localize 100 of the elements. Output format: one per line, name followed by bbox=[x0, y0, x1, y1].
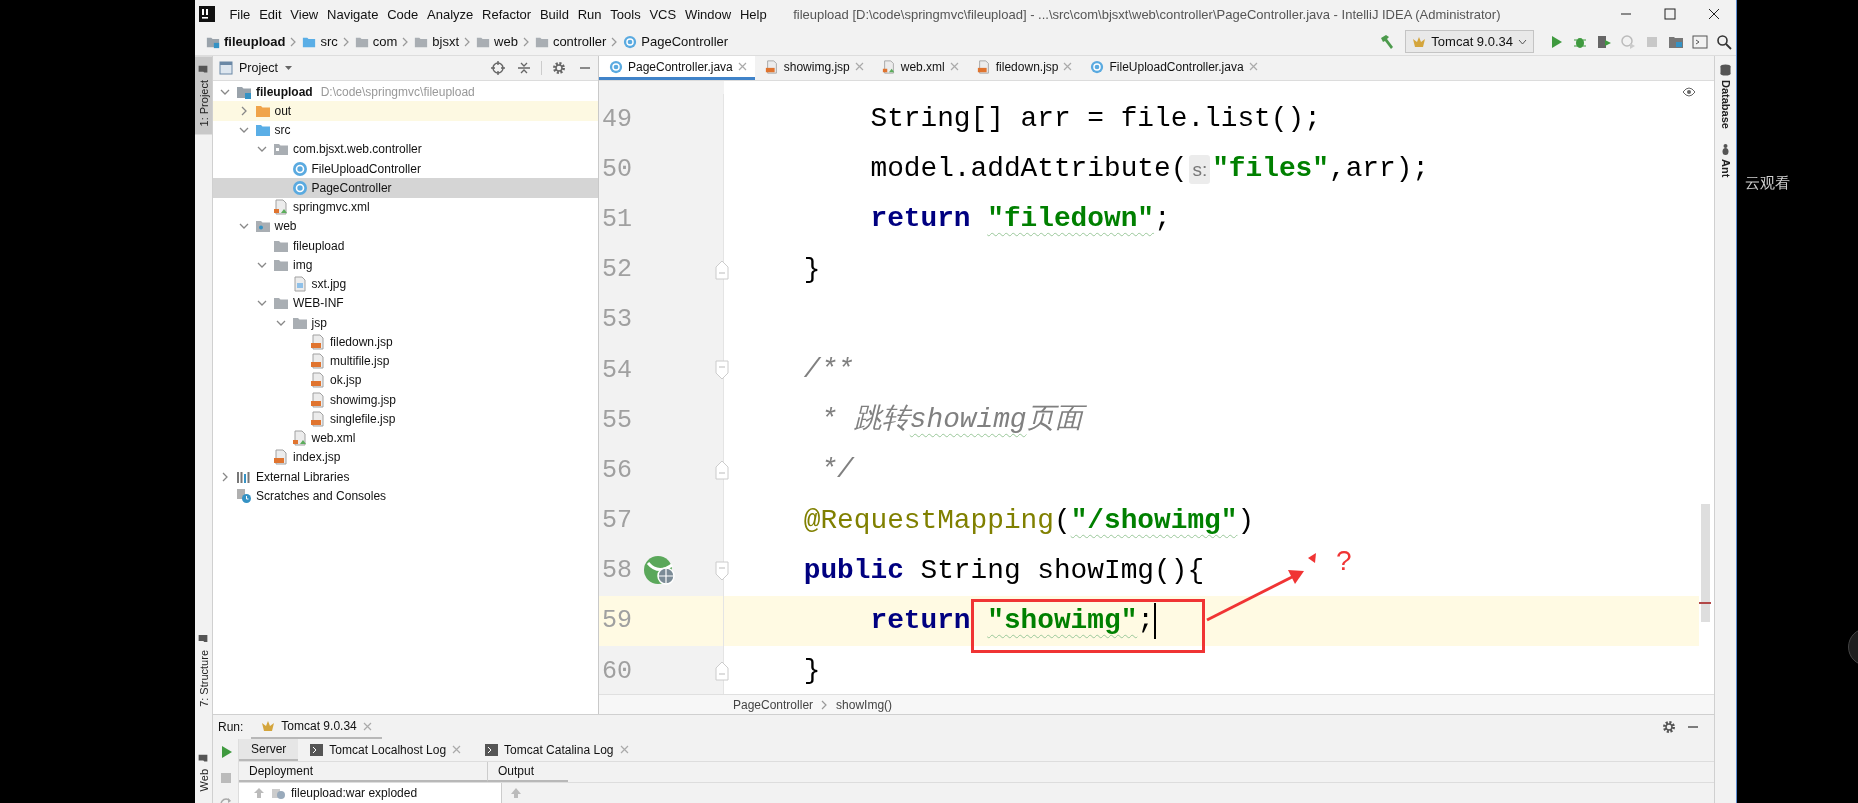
fold-icon[interactable] bbox=[715, 560, 729, 581]
menu-item[interactable]: Build bbox=[535, 3, 574, 25]
separator-icon bbox=[522, 36, 530, 47]
code-line: return "filedown"; bbox=[869, 202, 1171, 237]
menu-item[interactable]: VCS bbox=[645, 3, 681, 25]
tab[interactable]: Tomcat Catalina Log bbox=[473, 739, 641, 761]
menu-item[interactable]: Tools bbox=[605, 3, 646, 25]
globe-icon[interactable] bbox=[643, 554, 677, 587]
tool-window-tab[interactable]: 1: Project bbox=[195, 56, 212, 135]
tree-item[interactable]: com.bjsxt.web.controller bbox=[213, 139, 598, 159]
maximize-icon[interactable] bbox=[1664, 8, 1676, 20]
tree-item[interactable]: img bbox=[213, 255, 598, 275]
tree-item[interactable]: singlefile.jsp bbox=[213, 409, 598, 429]
editor-tab[interactable]: showimg.jsp bbox=[754, 56, 872, 80]
tree-item[interactable]: fileupload D:\code\springmvc\fileupload bbox=[213, 82, 598, 102]
coverage-icon[interactable] bbox=[1596, 33, 1612, 50]
separator-icon bbox=[290, 36, 298, 47]
menu-item[interactable]: Code bbox=[382, 3, 423, 25]
breadcrumb-item[interactable]: web bbox=[471, 34, 523, 49]
breadcrumb-item[interactable]: bjsxt bbox=[409, 34, 465, 49]
menu-item[interactable]: Help bbox=[735, 3, 772, 25]
editor-tab[interactable]: PageController.java bbox=[599, 56, 755, 80]
tree-item[interactable]: PageController bbox=[213, 178, 598, 198]
tree-item[interactable]: fileupload bbox=[213, 236, 598, 256]
menu-item[interactable]: Window bbox=[680, 3, 736, 25]
code-line: public String showImg(){ bbox=[802, 553, 1205, 588]
tab[interactable]: Server bbox=[239, 739, 299, 761]
tree-item[interactable]: sxt.jpg bbox=[213, 274, 598, 294]
tool-window-tab[interactable]: Ant bbox=[1719, 134, 1732, 184]
hammer-icon[interactable] bbox=[1379, 33, 1396, 50]
fold-icon[interactable] bbox=[715, 360, 729, 381]
panel-label: Run: bbox=[218, 720, 244, 734]
breadcrumb-item[interactable]: fileupload bbox=[201, 34, 291, 49]
settings-icon[interactable] bbox=[552, 61, 566, 75]
jsp-file-icon bbox=[310, 410, 326, 427]
fold-icon[interactable] bbox=[715, 661, 729, 682]
settings-icon[interactable] bbox=[1662, 720, 1676, 734]
search-icon[interactable] bbox=[1716, 33, 1732, 50]
menu-item[interactable]: Run bbox=[573, 3, 606, 25]
scrollbar-thumb[interactable] bbox=[1701, 504, 1710, 622]
collapse-icon[interactable] bbox=[517, 61, 531, 75]
tree-item[interactable]: web bbox=[213, 216, 598, 236]
line-number: 55 bbox=[601, 405, 633, 435]
tree-item[interactable]: out bbox=[213, 101, 598, 121]
caret-icon bbox=[283, 65, 293, 71]
class-icon bbox=[623, 34, 638, 49]
code-line: /** bbox=[802, 352, 854, 387]
breadcrumb-item[interactable]: src bbox=[297, 34, 343, 49]
stop-icon[interactable] bbox=[218, 771, 233, 785]
jsp-file-icon bbox=[310, 391, 326, 408]
line-number: 56 bbox=[601, 455, 633, 485]
xml-file-icon bbox=[881, 59, 896, 74]
tool-window-tab[interactable]: Web bbox=[195, 744, 212, 799]
window-title: fileupload [D:\code\springmvc\fileupload] - ...\src\com\bjsxt\web\controller\PageController.java - IntelliJ IDEA (Administrator) bbox=[793, 6, 1501, 22]
tool-window-tab[interactable]: 7: Structure bbox=[195, 625, 212, 715]
tree-item[interactable]: multifile.jsp bbox=[213, 351, 598, 371]
deploy-icon[interactable] bbox=[253, 787, 265, 799]
breadcrumb-item[interactable]: com bbox=[349, 34, 403, 49]
tab[interactable]: Tomcat Localhost Log bbox=[298, 739, 474, 761]
breadcrumb-item[interactable]: PageController bbox=[733, 697, 814, 712]
line-number: 60 bbox=[601, 656, 633, 686]
menu-item[interactable]: Navigate bbox=[322, 3, 383, 25]
fold-icon[interactable] bbox=[715, 460, 729, 481]
tree-item[interactable]: WEB-INF bbox=[213, 293, 598, 313]
menu-item[interactable]: Analyze bbox=[422, 3, 478, 25]
menu-item[interactable]: Refactor bbox=[477, 3, 536, 25]
fold-icon[interactable] bbox=[715, 259, 729, 280]
tree-item[interactable]: index.jsp bbox=[213, 447, 598, 467]
up-arrow-icon[interactable] bbox=[510, 787, 522, 799]
tree-item[interactable]: filedown.jsp bbox=[213, 332, 598, 352]
tree-item[interactable]: showimg.jsp bbox=[213, 390, 598, 410]
editor-tab[interactable]: FileUploadController.java bbox=[1080, 56, 1266, 80]
tree-item[interactable]: Scratches and Consoles bbox=[213, 486, 598, 506]
menu-item[interactable]: View bbox=[285, 3, 323, 25]
tool-window-tab[interactable]: Database bbox=[1719, 56, 1732, 135]
tree-item[interactable]: jsp bbox=[213, 313, 598, 333]
run-config-dropdown[interactable]: Tomcat 9.0.34 bbox=[1405, 30, 1534, 53]
line-number: 49 bbox=[601, 104, 633, 134]
tree-item[interactable]: External Libraries bbox=[213, 467, 598, 487]
tree-item[interactable]: web.xml bbox=[213, 428, 598, 448]
breadcrumb-item[interactable]: controller bbox=[529, 34, 612, 49]
target-icon[interactable] bbox=[491, 61, 505, 75]
editor-tab[interactable]: web.xml bbox=[871, 56, 967, 80]
close-icon[interactable] bbox=[1708, 8, 1720, 20]
profiler-icon[interactable] bbox=[1620, 33, 1636, 50]
tree-item[interactable]: FileUploadController bbox=[213, 159, 598, 179]
breadcrumb-item[interactable]: showImg() bbox=[836, 697, 893, 712]
panel-title-dropdown[interactable]: Project bbox=[219, 61, 293, 75]
tree-item[interactable]: springmvc.xml bbox=[213, 197, 598, 217]
menu-item[interactable]: File bbox=[225, 3, 255, 25]
folder-icon bbox=[198, 633, 209, 644]
breadcrumb-item[interactable]: PageController bbox=[618, 34, 734, 49]
terminal-icon[interactable] bbox=[1692, 33, 1708, 50]
editor-tab[interactable]: filedown.jsp bbox=[966, 56, 1081, 80]
tree-item[interactable]: ok.jsp bbox=[213, 370, 598, 390]
eye-icon[interactable] bbox=[1682, 87, 1696, 97]
caret-icon bbox=[1518, 38, 1527, 45]
tree-item[interactable]: src bbox=[213, 120, 598, 140]
menu-item[interactable]: Edit bbox=[254, 3, 286, 25]
jsp-file-icon bbox=[273, 449, 289, 466]
